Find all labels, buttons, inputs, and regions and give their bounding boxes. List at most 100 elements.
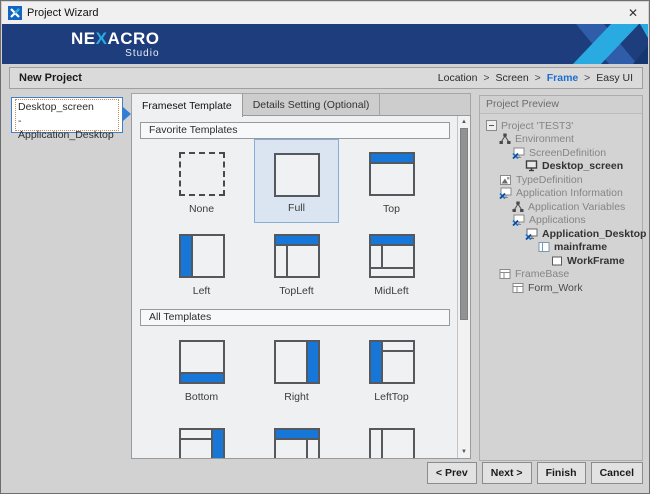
brand-x-graphic xyxy=(548,24,648,64)
breadcrumb-step-easyui[interactable]: Easy UI xyxy=(596,72,633,84)
brand-text-post: ACRO xyxy=(107,29,159,48)
tree-item-mainframe[interactable]: mainframe xyxy=(485,241,642,255)
tree-item-label: Application_Desktop xyxy=(542,228,646,240)
breadcrumb-step-location[interactable]: Location xyxy=(438,72,478,84)
thumb-left xyxy=(179,234,225,278)
all-templates-header: All Templates xyxy=(140,309,450,326)
thumb-none xyxy=(179,152,225,196)
square-icon xyxy=(551,255,563,267)
tree-item-label: Application Information xyxy=(516,187,623,199)
thumb-region xyxy=(383,246,413,267)
template-label: LeftTop xyxy=(374,391,408,403)
template-option-partial-3[interactable] xyxy=(349,415,434,459)
thumb-region xyxy=(371,246,381,267)
thumb-group xyxy=(276,440,318,459)
breadcrumb-step-screen[interactable]: Screen xyxy=(495,72,528,84)
thumb-region xyxy=(276,155,318,195)
tree-item-label: mainframe xyxy=(554,241,607,253)
brand-text-x: X xyxy=(96,29,108,48)
thumb-bottom xyxy=(179,340,225,384)
tree-item-workframe[interactable]: WorkFrame xyxy=(485,254,642,268)
tree-item-label: ScreenDefinition xyxy=(529,147,606,159)
screen-item-text: Desktop_screen - Application_Desktop xyxy=(16,100,118,130)
title-bar: Project Wizard ✕ xyxy=(2,2,648,24)
nodes-icon xyxy=(512,201,524,213)
thumb-region xyxy=(181,440,211,459)
thumb-region xyxy=(276,246,286,276)
tree-item-typedefinition[interactable]: TypeDefinition xyxy=(485,173,642,187)
tree-item-application-variables[interactable]: Application Variables xyxy=(485,200,642,214)
template-option-topleft[interactable]: TopLeft xyxy=(254,222,339,302)
screen-list-item-desktop[interactable]: Desktop_screen - Application_Desktop xyxy=(11,97,123,133)
tree-item-screendefinition[interactable]: ScreenDefinition xyxy=(485,146,642,160)
screen-x-icon xyxy=(499,187,512,199)
thumb-top xyxy=(369,152,415,196)
thumb-region xyxy=(308,342,318,382)
next-button[interactable]: Next > xyxy=(482,462,532,484)
template-option-bottom[interactable]: Bottom xyxy=(159,327,244,411)
tree-item-application-desktop[interactable]: Application_Desktop xyxy=(485,227,642,241)
cancel-button[interactable]: Cancel xyxy=(591,462,643,484)
thumb-region xyxy=(181,430,211,438)
page-title: New Project xyxy=(19,72,438,84)
tree-item-label: FrameBase xyxy=(515,268,569,280)
screen-item-line1: Desktop_screen xyxy=(18,100,118,114)
tree-item-desktop-screen[interactable]: Desktop_screen xyxy=(485,160,642,174)
brand-banner: NEXACRO Studio xyxy=(2,24,648,64)
tree-collapse-icon xyxy=(486,120,497,131)
tree-item-environment[interactable]: Environment xyxy=(485,133,642,147)
tree-item-label: WorkFrame xyxy=(567,255,625,267)
thumb-region xyxy=(276,236,318,244)
thumb-partial-2 xyxy=(274,428,320,459)
breadcrumb-step-frame[interactable]: Frame xyxy=(547,72,579,84)
scroll-down-icon[interactable]: ▼ xyxy=(458,446,470,458)
thumb-partial-3 xyxy=(369,428,415,459)
thumb-region xyxy=(288,246,318,276)
scrollbar-thumb[interactable] xyxy=(460,128,468,320)
brand-subtitle: Studio xyxy=(71,49,160,59)
tree-item-label: Form_Work xyxy=(528,282,583,294)
window-title: Project Wizard xyxy=(27,7,624,19)
template-option-right[interactable]: Right xyxy=(254,327,339,411)
template-option-left[interactable]: Left xyxy=(159,222,244,302)
finish-button[interactable]: Finish xyxy=(537,462,586,484)
tree-item-label: TypeDefinition xyxy=(516,174,583,186)
template-scrollbar[interactable]: ▲ ▼ xyxy=(457,116,470,458)
thumb-region xyxy=(181,236,191,276)
tree-item-project[interactable]: Project 'TEST3' xyxy=(485,119,642,133)
project-preview-tree: Project 'TEST3' Environment ScreenDefini… xyxy=(480,114,642,295)
monitor-icon xyxy=(525,160,538,172)
active-item-arrow-icon xyxy=(123,107,131,121)
thumb-right xyxy=(274,340,320,384)
template-option-none[interactable]: None xyxy=(159,139,244,223)
tree-item-applications[interactable]: Applications xyxy=(485,214,642,228)
tab-strip-filler xyxy=(380,94,470,115)
template-option-lefttop[interactable]: LeftTop xyxy=(349,327,434,411)
tree-item-form-work[interactable]: Form_Work xyxy=(485,281,642,295)
template-option-full[interactable]: Full xyxy=(254,139,339,223)
template-option-midleft[interactable]: MidLeft xyxy=(349,222,434,302)
template-option-top[interactable]: Top xyxy=(349,139,434,223)
thumb-region xyxy=(371,342,381,382)
template-option-partial-1[interactable] xyxy=(159,415,244,459)
nodes-icon xyxy=(499,133,511,145)
tab-frameset-template[interactable]: Frameset Template xyxy=(132,94,243,117)
tree-item-application-information[interactable]: Application Information xyxy=(485,187,642,201)
frameset-template-panel: Favorite Templates None Full Top Le xyxy=(131,115,471,459)
close-button[interactable]: ✕ xyxy=(624,4,642,22)
thumb-lefttop xyxy=(369,340,415,384)
frame-icon xyxy=(538,241,550,253)
favorite-templates-header: Favorite Templates xyxy=(140,122,450,139)
tree-item-label: Application Variables xyxy=(528,201,625,213)
breadcrumb-separator: > xyxy=(483,72,489,84)
template-label: Left xyxy=(193,285,211,297)
prev-button[interactable]: < Prev xyxy=(427,462,477,484)
tab-details-setting[interactable]: Details Setting (Optional) xyxy=(243,94,381,116)
scroll-up-icon[interactable]: ▲ xyxy=(458,116,470,128)
tree-item-label: Applications xyxy=(529,214,586,226)
thumb-group xyxy=(181,430,211,459)
thumb-region xyxy=(276,440,306,459)
template-label: Top xyxy=(383,203,400,215)
tree-item-framebase[interactable]: FrameBase xyxy=(485,268,642,282)
template-option-partial-2[interactable] xyxy=(254,415,339,459)
